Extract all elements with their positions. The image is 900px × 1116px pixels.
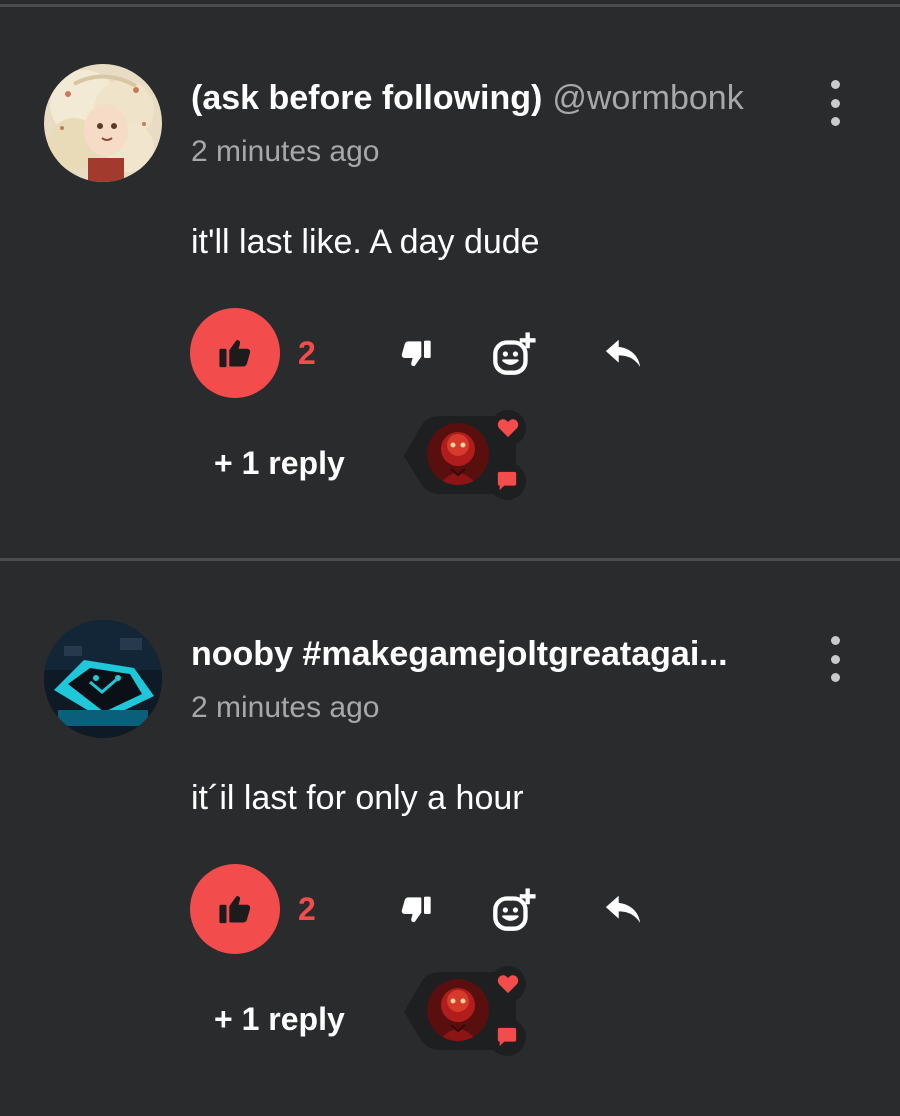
heart-badge [490, 966, 526, 1002]
add-reaction-icon [493, 332, 536, 375]
heart-badge [490, 410, 526, 446]
timestamp: 2 minutes ago [191, 135, 380, 168]
view-replies-link[interactable]: + 1 reply [214, 998, 345, 1040]
more-vertical-icon [830, 636, 840, 645]
like-count: 2 [298, 335, 316, 371]
chat-badge [488, 462, 526, 500]
reply-arrow-icon [605, 339, 641, 367]
more-vertical-icon [830, 80, 840, 89]
comment-body: it´il last for only a hour [191, 779, 524, 817]
reply-user-avatar [427, 979, 489, 1041]
comment-card: nooby #makegamejoltgreatagai... 2 minute… [0, 566, 900, 1116]
reply-user-avatar [427, 423, 489, 485]
comment-body: it'll last like. A day dude [191, 223, 540, 261]
add-reaction-icon [493, 888, 536, 931]
comment-header: nooby #makegamejoltgreatagai... [191, 632, 791, 676]
add-reaction-button[interactable] [488, 884, 540, 936]
timestamp: 2 minutes ago [191, 691, 380, 724]
chat-bubble-icon [497, 471, 517, 491]
like-count: 2 [298, 891, 316, 927]
reply-button[interactable] [600, 332, 646, 376]
reply-button[interactable] [600, 888, 646, 932]
chat-badge [488, 1018, 526, 1056]
like-button[interactable] [190, 864, 280, 954]
dislike-button[interactable] [394, 332, 438, 376]
comment-divider [0, 558, 900, 561]
reply-preview[interactable] [400, 410, 530, 506]
like-button[interactable] [190, 308, 280, 398]
comment-card: (ask before following) @wormbonk 2 minute… [0, 10, 900, 560]
reply-preview[interactable] [400, 966, 530, 1062]
display-name[interactable]: nooby #makegamejoltgreatagai... [191, 635, 728, 673]
top-divider [0, 4, 900, 7]
thumbs-down-icon [401, 340, 431, 367]
thumbs-up-icon [219, 896, 251, 924]
comment-header: (ask before following) @wormbonk [191, 76, 791, 120]
more-options-button[interactable] [820, 80, 850, 126]
view-replies-link[interactable]: + 1 reply [214, 442, 345, 484]
display-name[interactable]: (ask before following) [191, 79, 542, 117]
username-handle[interactable]: @wormbonk [552, 79, 743, 117]
reply-arrow-icon [605, 895, 641, 923]
add-reaction-button[interactable] [488, 328, 540, 380]
user-avatar[interactable] [44, 64, 162, 182]
dislike-button[interactable] [394, 888, 438, 932]
thumbs-down-icon [401, 896, 431, 923]
heart-icon [497, 975, 519, 994]
user-avatar[interactable] [44, 620, 162, 738]
thumbs-up-icon [219, 340, 251, 368]
more-options-button[interactable] [820, 636, 850, 682]
chat-bubble-icon [497, 1027, 517, 1047]
heart-icon [497, 419, 519, 438]
